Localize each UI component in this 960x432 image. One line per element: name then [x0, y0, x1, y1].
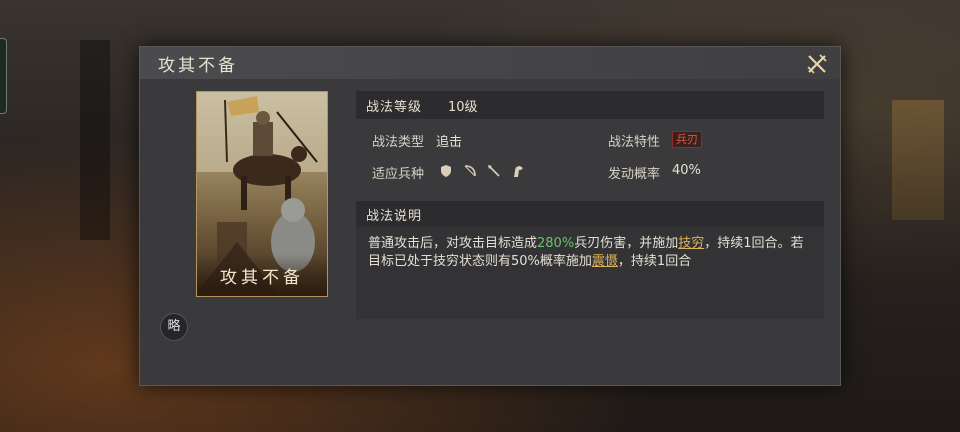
status-link-intimidate[interactable]: 震慑	[592, 254, 618, 269]
shield-icon	[438, 163, 454, 179]
skill-description-label: 战法说明	[366, 209, 423, 224]
close-icon[interactable]	[806, 53, 828, 75]
skill-level-bar: 战法等级 10级	[356, 91, 824, 119]
skill-info-panel: 战法类型 追击 战法特性 兵刃 适应兵种 发动概率 40%	[356, 119, 824, 197]
brief-button[interactable]: 略	[160, 313, 188, 341]
dialog-titlebar: 攻其不备	[140, 47, 840, 79]
horse-icon	[510, 163, 526, 179]
bow-icon	[462, 163, 478, 179]
skill-description-header: 战法说明	[356, 201, 824, 227]
skill-trait-label: 战法特性	[608, 135, 661, 150]
desc-text-1: 普通攻击后，对攻击目标造成	[368, 236, 538, 251]
card-name-label: 攻其不备	[197, 254, 327, 296]
left-side-tab[interactable]	[0, 38, 7, 114]
skill-type-label: 战法类型	[372, 135, 425, 150]
trigger-rate-label: 发动概率	[608, 167, 661, 182]
background-scroll	[80, 40, 110, 240]
troop-icons	[438, 163, 526, 179]
trigger-rate-value: 40%	[672, 163, 701, 178]
skill-type-value: 追击	[436, 135, 463, 150]
skill-description-panel: 普通攻击后，对攻击目标造成280%兵刃伤害，并施加技穷，持续1回合。若目标已处于…	[356, 227, 824, 319]
spear-icon	[486, 163, 502, 179]
background-card	[892, 100, 944, 220]
skill-trait-badge: 兵刃	[672, 131, 702, 148]
status-link-exhausted[interactable]: 技穷	[678, 236, 704, 251]
damage-percent: 280%	[537, 236, 575, 251]
skill-level-label: 战法等级	[366, 100, 423, 115]
desc-text-2: 兵刃伤害，并施加	[574, 236, 679, 251]
skill-level-value: 10级	[448, 100, 478, 115]
dialog-title: 攻其不备	[158, 56, 238, 76]
desc-text-4: ，持续1回合	[617, 254, 692, 269]
skill-description-text: 普通攻击后，对攻击目标造成280%兵刃伤害，并施加技穷，持续1回合。若目标已处于…	[368, 235, 816, 271]
skill-card-image: 攻其不备	[196, 91, 328, 297]
troop-type-label: 适应兵种	[372, 167, 425, 182]
skill-detail-dialog: 攻其不备 攻其不备 略 战法等级 10级 战法类型 追击 战法特性 兵刃 适应兵…	[139, 46, 841, 386]
